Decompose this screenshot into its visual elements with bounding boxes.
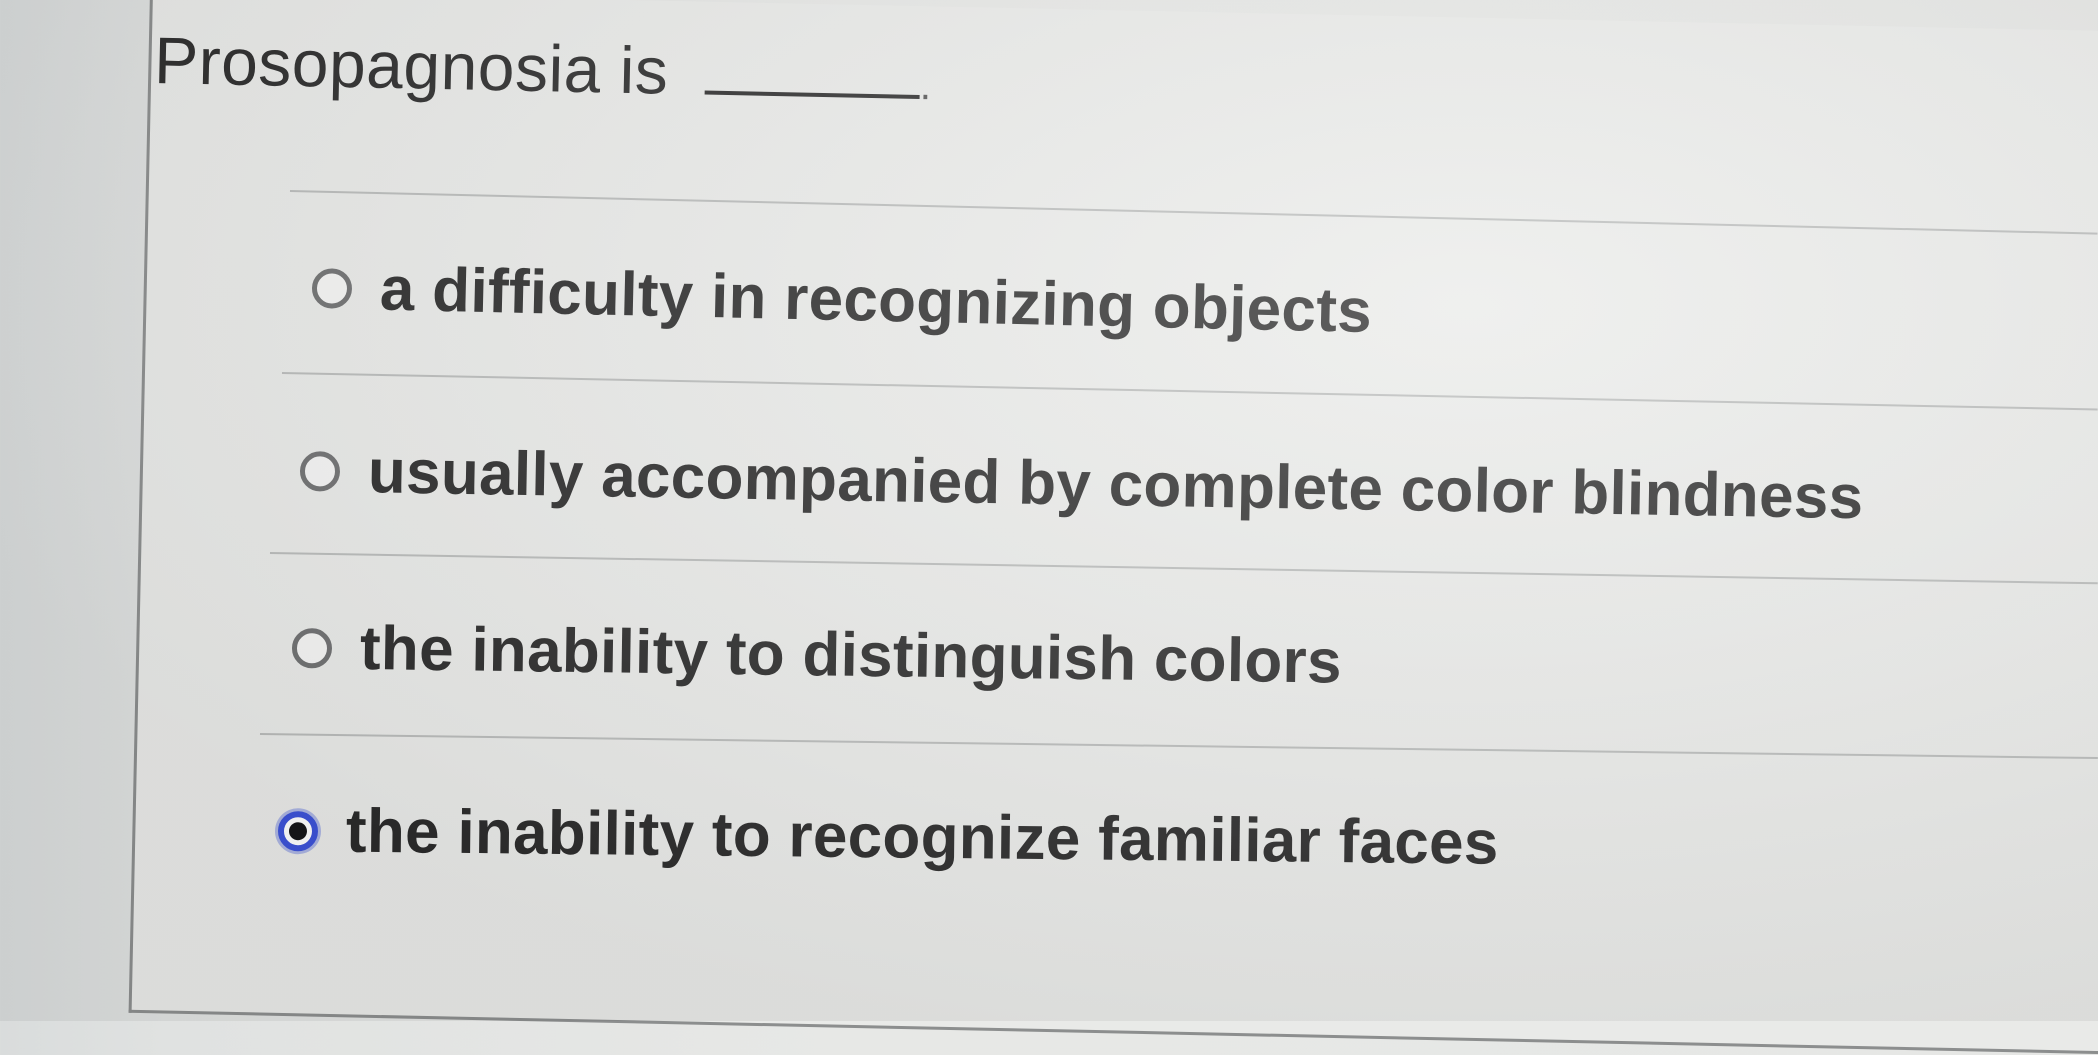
option-label: the inability to recognize familiar face… <box>345 796 1500 878</box>
radio-option-b[interactable] <box>299 450 341 492</box>
radio-option-c[interactable] <box>291 627 333 669</box>
radio-option-a[interactable] <box>311 267 353 309</box>
question-prompt: Prosopagnosia is . <box>153 22 932 114</box>
radio-option-d-selected[interactable] <box>277 810 319 851</box>
question-period: . <box>919 64 933 109</box>
question-text: Prosopagnosia is <box>153 22 670 108</box>
answer-blank <box>704 50 921 100</box>
option-label: the inability to distinguish colors <box>359 613 1343 697</box>
option-d[interactable]: the inability to recognize familiar face… <box>277 795 1500 879</box>
option-c[interactable]: the inability to distinguish colors <box>291 612 1343 698</box>
